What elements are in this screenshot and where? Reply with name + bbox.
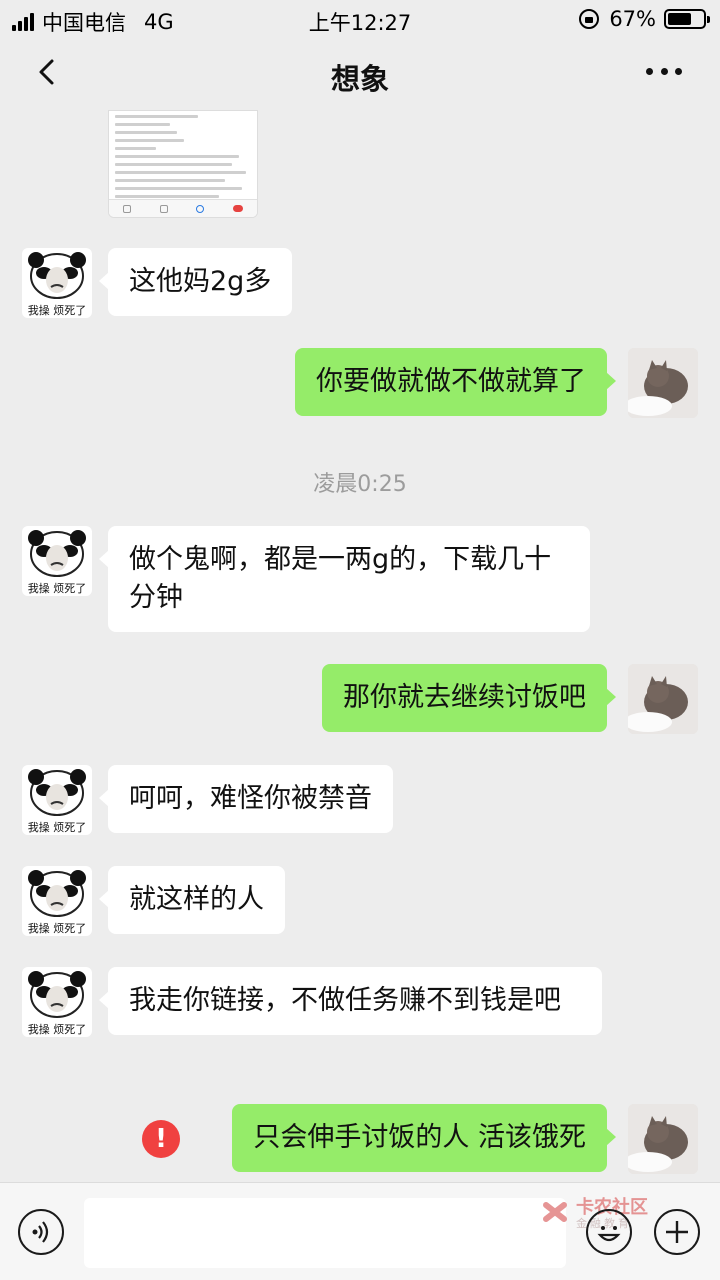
status-right: 67% [579,7,710,31]
voice-icon[interactable] [18,1209,64,1255]
input-bar: 卡农社区 金融教育 [0,1182,720,1280]
avatar-self[interactable] [628,348,698,418]
message-bubble[interactable]: 那你就去继续讨饭吧 [322,664,616,732]
battery-fill [668,13,691,25]
sticker-caption: 我操 烦死了 [27,1023,87,1036]
message-bubble[interactable]: 就这样的人 [99,866,285,934]
avatar-panda[interactable]: 我操 烦死了 [22,765,92,835]
nav-bar: 想象 [0,38,720,110]
status-bar: 中国电信 4G 上午12:27 67% [0,0,720,38]
message-input[interactable] [84,1198,566,1268]
sticker-caption: 我操 烦死了 [27,922,87,935]
timestamp: 凌晨0:25 [313,472,407,497]
rotation-lock-icon [579,9,600,29]
battery-percent: 67% [609,7,656,31]
message-bubble[interactable]: 我走你链接，不做任务赚不到钱是吧 [99,967,602,1035]
send-failed-icon[interactable]: ! [142,1120,180,1158]
message-bubble[interactable]: 呵呵，难怪你被禁音 [99,765,393,833]
avatar-panda[interactable]: 我操 烦死了 [22,866,92,936]
sticker-caption: 我操 烦死了 [27,821,87,834]
chat-title: 想象 [330,62,389,96]
avatar-panda[interactable]: 我操 烦死了 [22,967,92,1037]
image-tabbar [109,199,257,217]
sticker-caption: 我操 烦死了 [27,582,87,595]
cat-photo-icon [628,1104,698,1174]
watermark-logo-icon [543,1202,567,1222]
avatar-self[interactable] [628,664,698,734]
cat-photo-icon [628,348,698,418]
voice-waves-icon [32,1221,49,1243]
avatar-panda[interactable]: 我操 烦死了 [22,248,92,318]
sticker-caption: 我操 烦死了 [27,304,87,317]
cat-photo-icon [628,664,698,734]
avatar-self[interactable] [628,1104,698,1174]
message-bubble[interactable]: 做个鬼啊，都是一两g的，下载几十分钟 [99,526,590,632]
plus-icon[interactable] [654,1209,700,1255]
more-dots-icon[interactable] [646,68,682,78]
chat-area[interactable]: 我操 烦死了 这他妈2g多 你要做就做不做就算了 凌晨0:25 我操 烦死了 做… [0,110,720,1182]
avatar-panda[interactable]: 我操 烦死了 [22,526,92,596]
message-bubble[interactable]: 这他妈2g多 [98,248,293,316]
message-bubble[interactable]: 你要做就做不做就算了 [295,348,616,416]
message-bubble[interactable]: 只会伸手讨饭的人 活该饿死 [232,1104,616,1172]
smiley-face-icon [597,1226,621,1242]
battery-icon [664,9,710,29]
image-message[interactable] [108,110,258,218]
emoji-icon[interactable] [586,1209,632,1255]
add-more-icon [666,1221,688,1243]
